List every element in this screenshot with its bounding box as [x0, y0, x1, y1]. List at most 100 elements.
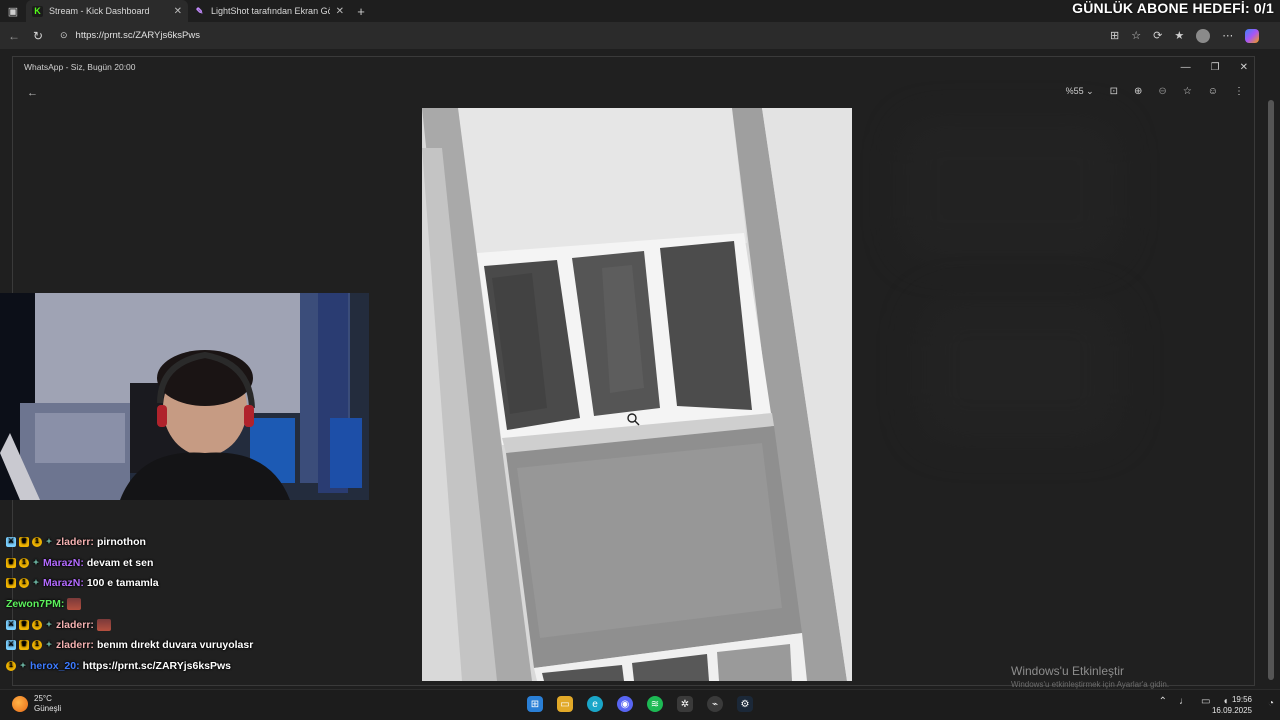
spotify-icon[interactable]: ≋: [647, 696, 663, 712]
viewer-toolbar: ← %55 ⌄ ⊡ ⊕ ⊖ ☆ ☺ ⋮: [13, 79, 1254, 109]
extensions-icon[interactable]: ⟳: [1153, 29, 1162, 42]
weather-condition: Güneşli: [34, 704, 62, 713]
sun-icon: [12, 696, 28, 712]
leaf-icon: ✦: [19, 660, 27, 670]
discord-icon[interactable]: ◉: [617, 696, 633, 712]
subscriber-badge-icon: 1: [32, 619, 42, 630]
background-blur: [920, 300, 1120, 440]
close-icon[interactable]: ✕: [1240, 62, 1248, 73]
start-icon[interactable]: ⊞: [527, 696, 543, 712]
chat-username: MarazN:: [43, 577, 84, 590]
zoom-out-icon[interactable]: ⊖: [1158, 86, 1166, 97]
leaf-icon: ✦: [45, 640, 53, 650]
edge-icon[interactable]: e: [587, 696, 603, 712]
steam-icon[interactable]: ⚙: [737, 696, 753, 712]
building-photo-drawing: [422, 108, 852, 681]
minimize-icon[interactable]: —: [1181, 62, 1191, 73]
chat-message: ♛ 1 ✦ MarazN: devam et sen: [6, 553, 406, 574]
close-tab-icon[interactable]: ✕: [336, 6, 344, 17]
emote-icon: [96, 618, 111, 631]
microphone-icon[interactable]: ♩: [1179, 696, 1189, 707]
windows-activation-subtitle: Windows'u etkinleştirmek için Ayarlar'a …: [1011, 680, 1170, 689]
restore-icon[interactable]: ❐: [1211, 62, 1220, 73]
back-arrow-icon[interactable]: ←: [27, 87, 38, 99]
more-options-icon[interactable]: ⋮: [1234, 86, 1244, 97]
fit-icon[interactable]: ⊡: [1110, 86, 1118, 97]
browser-tab-strip: ▣ K Stream - Kick Dashboard ✕ ✎ LightSho…: [0, 0, 1280, 22]
chat-message: Zewon7PM:: [6, 594, 406, 615]
back-icon[interactable]: ←: [2, 29, 26, 43]
chat-message: ⚔ ♛ 1 ✦ zladerr:: [6, 614, 406, 635]
webcam-overlay: [0, 293, 369, 500]
copilot-icon[interactable]: [1245, 28, 1260, 43]
app-icon[interactable]: ✲: [677, 696, 693, 712]
apps-icon[interactable]: ⊞: [1110, 29, 1119, 42]
chat-username: zladerr:: [56, 639, 94, 652]
crown-badge-icon: ♛: [6, 578, 16, 589]
background-blur: [900, 120, 1120, 260]
date: 16.09.2025: [1211, 706, 1252, 715]
windows-taskbar: 25°C Güneşli ⊞ ▭ e ◉ ≋ ✲ ⌁ ⚙ ⌃ ♩ ▭ ◖ ▮ 1…: [0, 689, 1280, 720]
emoji-icon[interactable]: ☺: [1208, 86, 1218, 97]
temperature: 25°C: [34, 694, 52, 703]
chat-text: devam et sen: [86, 556, 154, 569]
close-tab-icon[interactable]: ✕: [174, 6, 182, 17]
taskbar-apps: ⊞ ▭ e ◉ ≋ ✲ ⌁ ⚙: [527, 696, 753, 712]
browser-toolbar: ⊞ ☆ ⟳ ★ ⋯: [1110, 28, 1260, 43]
chat-text: benım dırekt duvara vuruyolasr: [96, 639, 254, 652]
chat-text: https://prnt.sc/ZARYjs6ksPws: [82, 659, 232, 672]
chat-message: 1 ✦ herox_20: https://prnt.sc/ZARYjs6ksP…: [6, 656, 406, 677]
more-icon[interactable]: ⋯: [1222, 29, 1233, 42]
chat-username: herox_20:: [30, 659, 80, 672]
viewer-tools: %55 ⌄ ⊡ ⊕ ⊖ ☆ ☺ ⋮: [1066, 86, 1244, 97]
refresh-icon[interactable]: ↻: [26, 29, 50, 43]
chevron-up-icon[interactable]: ⌃: [1159, 696, 1167, 707]
crown-badge-icon: ♛: [19, 537, 29, 548]
leaf-icon: ✦: [45, 537, 53, 547]
address-bar-row: ← ↻ ⊙ https://prnt.sc/ZARYjs6ksPws ⊞ ☆ ⟳…: [0, 22, 1280, 49]
leaf-icon: ✦: [45, 619, 53, 629]
webcam-drawing: [0, 293, 369, 500]
tab-lightshot[interactable]: ✎ LightShot tarafından Ekran Görün ✕: [188, 0, 350, 22]
tab-kick-dashboard[interactable]: K Stream - Kick Dashboard ✕: [26, 0, 188, 22]
crown-badge-icon: ♛: [6, 557, 16, 568]
crown-badge-icon: ♛: [19, 619, 29, 630]
network-icon[interactable]: ▭: [1201, 696, 1210, 707]
weather-widget[interactable]: 25°C Güneşli: [12, 694, 61, 714]
moderator-badge-icon: ⚔: [6, 537, 16, 548]
kick-icon: K: [32, 5, 43, 17]
moderator-badge-icon: ⚔: [6, 640, 16, 651]
page-scrollbar[interactable]: [1268, 100, 1274, 680]
favorites-icon[interactable]: ★: [1174, 29, 1184, 42]
zoom-in-icon[interactable]: ⊕: [1134, 86, 1142, 97]
chat-username: Zewon7PM:: [6, 598, 65, 611]
viewed-photo[interactable]: [422, 108, 852, 681]
subscriber-badge-icon: 1: [6, 660, 16, 671]
chat-username: MarazN:: [43, 556, 84, 569]
profile-avatar[interactable]: [1196, 28, 1211, 43]
address-bar[interactable]: ⊙ https://prnt.sc/ZARYjs6ksPws: [54, 26, 1104, 46]
subscriber-badge-icon: 1: [32, 640, 42, 651]
tab-label: LightShot tarafından Ekran Görün: [211, 6, 330, 16]
chat-message: ⚔ ♛ 1 ✦ zladerr: pirnothon: [6, 532, 406, 553]
notification-icon[interactable]: ◔: [1268, 698, 1274, 709]
window-menu-icon[interactable]: ▣: [0, 0, 26, 22]
leaf-icon: ✦: [32, 578, 40, 588]
clock[interactable]: 19:56 16.09.2025: [1212, 694, 1252, 716]
file-explorer-icon[interactable]: ▭: [557, 696, 573, 712]
scrollbar-thumb[interactable]: [1268, 100, 1274, 680]
subscriber-badge-icon: 1: [19, 578, 29, 589]
chat-username: zladerr:: [56, 618, 94, 631]
favorite-star-icon[interactable]: ☆: [1131, 29, 1141, 42]
new-tab-button[interactable]: +: [350, 4, 372, 19]
subscriber-goal-overlay: GÜNLÜK ABONE HEDEFİ: 0/1: [1072, 0, 1274, 16]
app-icon[interactable]: ⌁: [707, 696, 723, 712]
chat-text: 100 e tamamla: [86, 577, 159, 590]
emote-icon: [67, 598, 82, 611]
subscriber-badge-icon: 1: [19, 557, 29, 568]
site-info-icon[interactable]: ⊙: [60, 30, 68, 41]
crown-badge-icon: ♛: [19, 640, 29, 651]
zoom-level[interactable]: %55 ⌄: [1066, 86, 1094, 97]
time: 19:56: [1231, 695, 1252, 704]
star-icon[interactable]: ☆: [1183, 86, 1192, 97]
